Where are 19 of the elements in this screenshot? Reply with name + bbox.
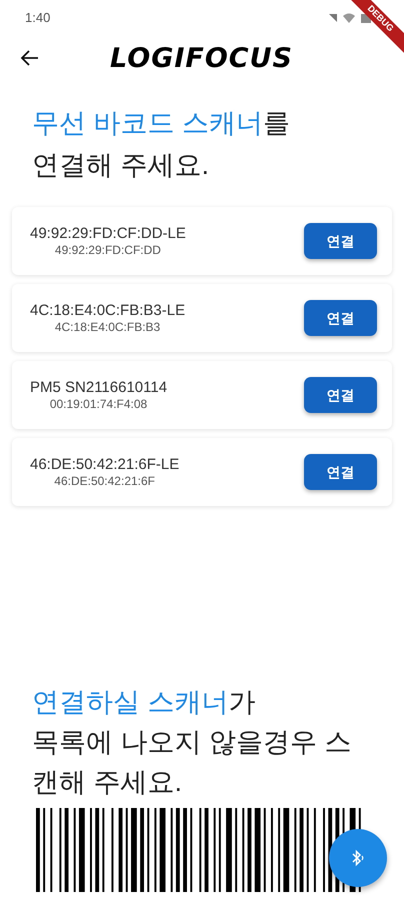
bluetooth-icon [350,849,366,867]
device-address: 49:92:29:FD:CF:DD [54,243,161,258]
intro-heading: 무선 바코드 스캐너 를 연결해 주세요. [32,107,292,182]
connect-button[interactable]: 연결 [304,454,377,490]
scan-hint: 연결하실 스캐너 가 목록에 나오지 않을경우 스 캔해 주세요. [32,686,353,799]
logo: LOGIFOCUS [110,44,293,72]
connect-button[interactable]: 연결 [304,377,377,413]
status-time: 1:40 [25,9,50,28]
bluetooth-fab[interactable] [329,829,387,887]
connect-button[interactable]: 연결 [304,300,377,336]
device-address: 46:DE:50:42:21:6F [54,474,155,489]
device-address: 4C:18:E4:0C:FB:B3 [54,320,160,335]
device-address: 00:19:01:74:F4:08 [50,397,148,412]
device-name: 49:92:29:FD:CF:DD-LE [30,224,186,243]
back-arrow-icon[interactable] [20,48,40,68]
device-name: 46:DE:50:42:21:6F-LE [30,455,180,474]
connect-button[interactable]: 연결 [304,223,377,259]
device-name: 4C:18:E4:0C:FB:B3-LE [30,301,186,320]
device-name: PM5 SN2116610114 [30,378,168,397]
